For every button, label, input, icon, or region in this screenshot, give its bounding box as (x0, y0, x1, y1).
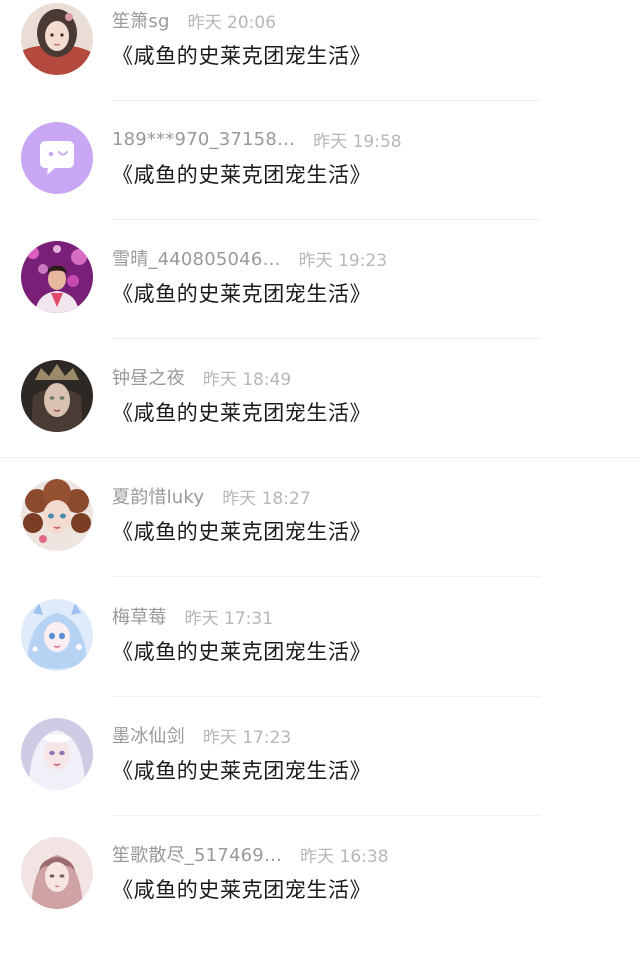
avatar-crowned-doll-icon (21, 360, 93, 432)
comment-text: 《咸鱼的史莱克团宠生活》 (112, 163, 372, 187)
timestamp: 昨天 19:58 (313, 131, 402, 152)
avatar-curly-hair-doll-icon (21, 479, 93, 551)
avatar-girl-hanfu-icon (21, 3, 93, 75)
list-item[interactable]: 夏韵惜luky 昨天 18:27 《咸鱼的史莱克团宠生活》 (0, 476, 640, 595)
comment-text: 《咸鱼的史莱克团宠生活》 (112, 759, 372, 783)
timestamp: 昨天 18:49 (202, 369, 292, 390)
avatar[interactable] (21, 360, 93, 432)
avatar[interactable] (21, 718, 93, 790)
timestamp: 昨天 16:38 (300, 846, 389, 867)
comment-text: 《咸鱼的史莱克团宠生活》 (112, 282, 372, 306)
avatar[interactable] (21, 3, 93, 75)
avatar[interactable] (21, 479, 93, 551)
divider (112, 576, 540, 577)
divider (112, 100, 540, 101)
timestamp: 昨天 17:23 (202, 727, 292, 748)
comment-text: 《咸鱼的史莱克团宠生活》 (112, 44, 372, 68)
username[interactable]: 钟昼之夜 (112, 364, 185, 390)
divider (112, 338, 540, 339)
avatar[interactable] (21, 241, 93, 313)
avatar[interactable] (21, 837, 93, 909)
list-item[interactable]: 钟昼之夜 昨天 18:49 《咸鱼的史莱克团宠生活》 (0, 357, 640, 476)
list-item[interactable]: 墨冰仙剑 昨天 17:23 《咸鱼的史莱克团宠生活》 (0, 715, 640, 834)
username[interactable]: 梅草莓 (112, 603, 167, 629)
username[interactable]: 笙箫sg (112, 7, 170, 33)
avatar-person-pink-lights-icon (21, 241, 93, 313)
timestamp: 昨天 18:27 (222, 488, 311, 509)
avatar[interactable] (21, 599, 93, 671)
username[interactable]: 夏韵惜luky (112, 483, 204, 509)
username[interactable]: 雪晴_440805046… (112, 245, 281, 271)
divider (0, 457, 640, 458)
divider (112, 815, 540, 816)
comment-list: 笙箫sg 昨天 20:06 《咸鱼的史莱克团宠生活》 189***970_371… (0, 0, 640, 934)
list-item[interactable]: 梅草莓 昨天 17:31 《咸鱼的史莱克团宠生活》 (0, 596, 640, 715)
list-item[interactable]: 笙歌散尽_517469… 昨天 16:38 《咸鱼的史莱克团宠生活》 (0, 834, 640, 953)
username[interactable]: 189***970_37158… (112, 129, 295, 150)
username[interactable]: 笙歌散尽_517469… (112, 841, 282, 867)
timestamp: 昨天 17:31 (184, 608, 274, 629)
list-item[interactable]: 189***970_37158… 昨天 19:58 《咸鱼的史莱克团宠生活》 (0, 119, 640, 238)
avatar-white-hair-girl-icon (21, 718, 93, 790)
comment-text: 《咸鱼的史莱克团宠生活》 (112, 401, 372, 425)
list-item[interactable]: 雪晴_440805046… 昨天 19:23 《咸鱼的史莱克团宠生活》 (0, 238, 640, 357)
timestamp: 昨天 20:06 (187, 12, 277, 33)
default-chat-bubble-avatar-icon (21, 122, 93, 194)
avatar-sketch-girl-icon (21, 837, 93, 909)
comment-text: 《咸鱼的史莱克团宠生活》 (112, 520, 372, 544)
timestamp: 昨天 19:23 (298, 250, 388, 271)
divider (112, 696, 540, 697)
comment-text: 《咸鱼的史莱克团宠生活》 (112, 640, 372, 664)
comment-text: 《咸鱼的史莱克团宠生活》 (112, 878, 372, 902)
avatar[interactable] (21, 122, 93, 194)
username[interactable]: 墨冰仙剑 (112, 722, 185, 748)
avatar-blue-anime-girl-icon (21, 599, 93, 671)
list-item[interactable]: 笙箫sg 昨天 20:06 《咸鱼的史莱克团宠生活》 (0, 0, 640, 119)
divider (112, 219, 540, 220)
